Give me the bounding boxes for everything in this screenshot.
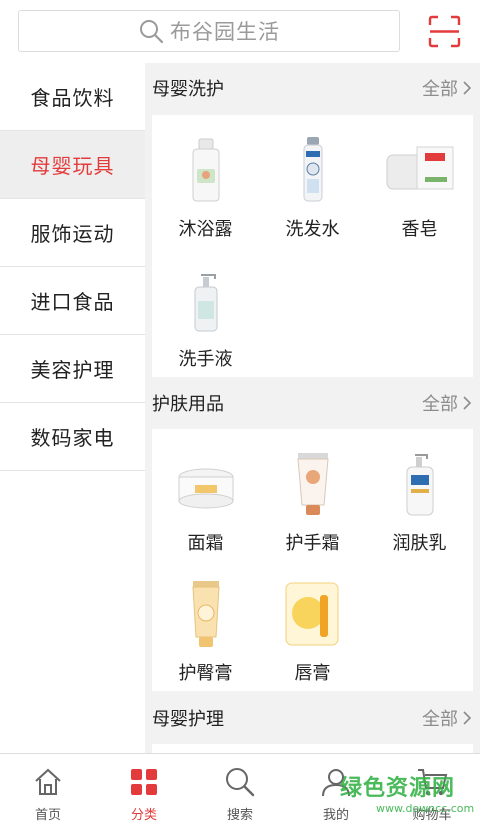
hand-cream-tube-icon	[296, 453, 329, 515]
sidebar-item-imported-food[interactable]: 进口食品	[0, 267, 145, 335]
category-content: 母婴洗护 全部 沐浴露 洗发水 香皂 洗手液 护肤用品 全部 面霜 护手霜 润肤…	[145, 63, 480, 753]
cart-icon	[418, 769, 448, 796]
bath-lotion-bottle-icon	[192, 138, 219, 202]
category-item[interactable]: 香皂	[366, 115, 473, 245]
top-header: 布谷园生活	[0, 0, 480, 63]
chevron-right-icon	[463, 396, 472, 410]
face-cream-jar-icon	[178, 468, 233, 509]
view-all-link[interactable]: 全部	[422, 705, 472, 731]
section-title: 母婴洗护	[152, 79, 224, 100]
search-icon	[226, 768, 255, 797]
category-item[interactable]: 唇膏	[259, 559, 366, 689]
category-sidebar: 食品饮料 母婴玩具 服饰运动 进口食品 美容护理 数码家电	[0, 63, 145, 753]
search-icon	[140, 20, 164, 44]
tab-category[interactable]: 分类	[96, 754, 192, 825]
sidebar-item-apparel-sports[interactable]: 服饰运动	[0, 199, 145, 267]
view-all-link[interactable]: 全部	[422, 75, 472, 101]
sidebar-item-digital-appliances[interactable]: 数码家电	[0, 403, 145, 471]
section-header-skin-care: 护肤用品 全部	[152, 383, 472, 423]
home-icon	[35, 768, 61, 795]
category-item[interactable]: 护手霜	[259, 429, 366, 559]
search-placeholder: 布谷园生活	[170, 20, 280, 44]
user-icon	[322, 769, 350, 797]
section-header-baby-wash: 母婴洗护 全部	[152, 68, 472, 108]
view-all-link[interactable]: 全部	[422, 390, 472, 416]
shampoo-bottle-icon	[303, 137, 322, 202]
sidebar-item-baby-toys[interactable]: 母婴玩具	[0, 131, 145, 199]
category-grid-icon	[131, 769, 157, 795]
sidebar-item-beauty-care[interactable]: 美容护理	[0, 335, 145, 403]
lip-balm-icon	[285, 582, 338, 646]
section-grid-baby-care	[152, 744, 473, 753]
section-header-baby-care: 母婴护理 全部	[152, 698, 472, 738]
section-title: 母婴护理	[152, 709, 224, 730]
scan-icon[interactable]	[428, 15, 461, 48]
soap-bar-icon	[386, 146, 453, 190]
bottom-tab-bar: 首页 分类 搜索 我的 购物车	[0, 753, 480, 825]
chevron-right-icon	[463, 81, 472, 95]
tab-cart[interactable]: 购物车	[384, 754, 480, 825]
category-item[interactable]: 洗发水	[259, 115, 366, 245]
tab-home[interactable]: 首页	[0, 754, 96, 825]
section-title: 护肤用品	[152, 394, 224, 415]
section-grid-skin-care: 面霜 护手霜 润肤乳 护臀膏 唇膏	[152, 429, 473, 691]
sidebar-item-food-drinks[interactable]: 食品饮料	[0, 63, 145, 131]
search-bar[interactable]: 布谷园生活	[18, 10, 400, 52]
category-item[interactable]: 沐浴露	[152, 115, 259, 245]
diaper-cream-tube-icon	[191, 581, 220, 647]
tab-my[interactable]: 我的	[288, 754, 384, 825]
tab-search[interactable]: 搜索	[192, 754, 288, 825]
section-grid-baby-wash: 沐浴露 洗发水 香皂 洗手液	[152, 115, 473, 377]
category-item[interactable]: 润肤乳	[366, 429, 473, 559]
lotion-pump-bottle-icon	[406, 454, 433, 516]
category-item[interactable]: 护臀膏	[152, 559, 259, 689]
hand-soap-pump-icon	[194, 274, 217, 332]
category-item[interactable]: 面霜	[152, 429, 259, 559]
category-item[interactable]: 洗手液	[152, 245, 259, 375]
chevron-right-icon	[463, 711, 472, 725]
